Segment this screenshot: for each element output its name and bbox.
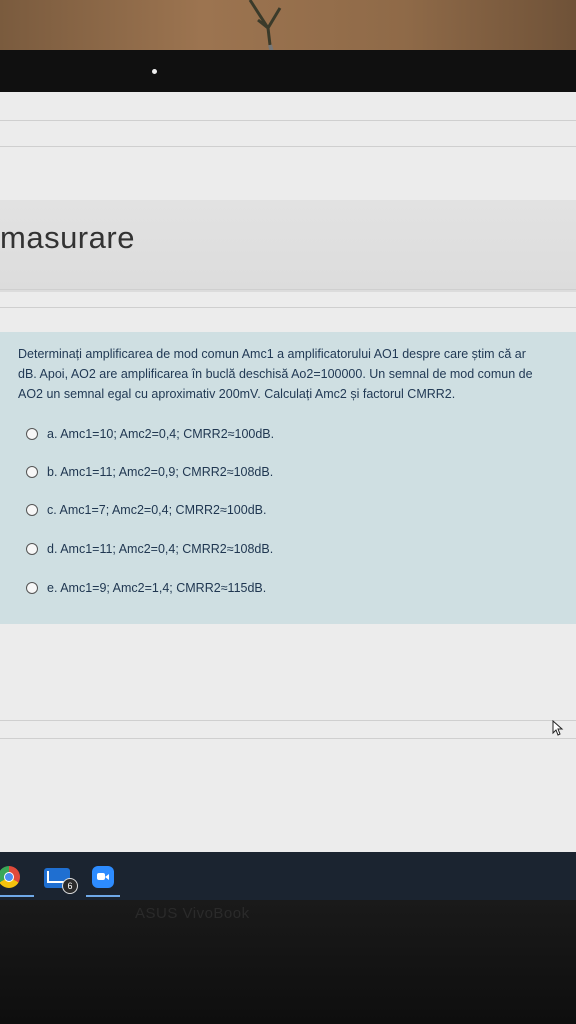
webcam xyxy=(152,69,157,74)
question-line: AO2 un semnal egal cu aproximativ 200mV.… xyxy=(18,387,456,401)
option-label: e. Amc1=9; Amc2=1,4; CMRR2≈115dB. xyxy=(47,581,267,595)
question-line: Determinați amplificarea de mod comun Am… xyxy=(18,347,526,361)
browser-viewport: masurare Determinați amplificarea de mod… xyxy=(0,92,576,852)
divider xyxy=(0,738,576,739)
chrome-icon[interactable] xyxy=(0,866,20,888)
question-line: dB. Apoi, AO2 are amplificarea în buclă … xyxy=(18,367,533,381)
active-indicator xyxy=(86,895,120,897)
divider xyxy=(0,307,576,308)
option-d[interactable]: d. Amc1=11; Amc2=0,4; CMRR2≈108dB. xyxy=(26,539,273,559)
radio-button[interactable] xyxy=(26,466,38,478)
option-label: d. Amc1=11; Amc2=0,4; CMRR2≈108dB. xyxy=(47,542,274,556)
option-label: b. Amc1=11; Amc2=0,9; CMRR2≈108dB. xyxy=(47,465,274,479)
divider xyxy=(0,120,576,121)
option-a[interactable]: a. Amc1=10; Amc2=0,4; CMRR2≈100dB. xyxy=(26,424,274,444)
laptop-chin xyxy=(0,900,576,1024)
radio-button[interactable] xyxy=(26,504,38,516)
mouse-cursor-icon xyxy=(552,720,564,736)
divider xyxy=(0,146,576,147)
taskbar: 6 xyxy=(0,852,576,900)
radio-button[interactable] xyxy=(26,428,38,440)
divider xyxy=(0,289,576,290)
monitor-bezel xyxy=(0,50,576,95)
radio-button[interactable] xyxy=(26,543,38,555)
divider xyxy=(0,720,576,721)
option-label: c. Amc1=7; Amc2=0,4; CMRR2≈100dB. xyxy=(47,503,267,517)
active-indicator xyxy=(0,895,34,897)
brand-logo: ASUS VivoBook xyxy=(135,905,250,922)
option-b[interactable]: b. Amc1=11; Amc2=0,9; CMRR2≈108dB. xyxy=(26,462,273,482)
option-c[interactable]: c. Amc1=7; Amc2=0,4; CMRR2≈100dB. xyxy=(26,500,266,520)
question-text: Determinați amplificarea de mod comun Am… xyxy=(18,344,576,404)
option-label: a. Amc1=10; Amc2=0,4; CMRR2≈100dB. xyxy=(47,427,275,441)
zoom-icon[interactable] xyxy=(92,866,114,888)
mail-badge: 6 xyxy=(62,878,78,894)
page-title: masurare xyxy=(0,220,135,255)
option-e[interactable]: e. Amc1=9; Amc2=1,4; CMRR2≈115dB. xyxy=(26,578,266,598)
radio-button[interactable] xyxy=(26,582,38,594)
question-box: Determinați amplificarea de mod comun Am… xyxy=(0,332,576,624)
